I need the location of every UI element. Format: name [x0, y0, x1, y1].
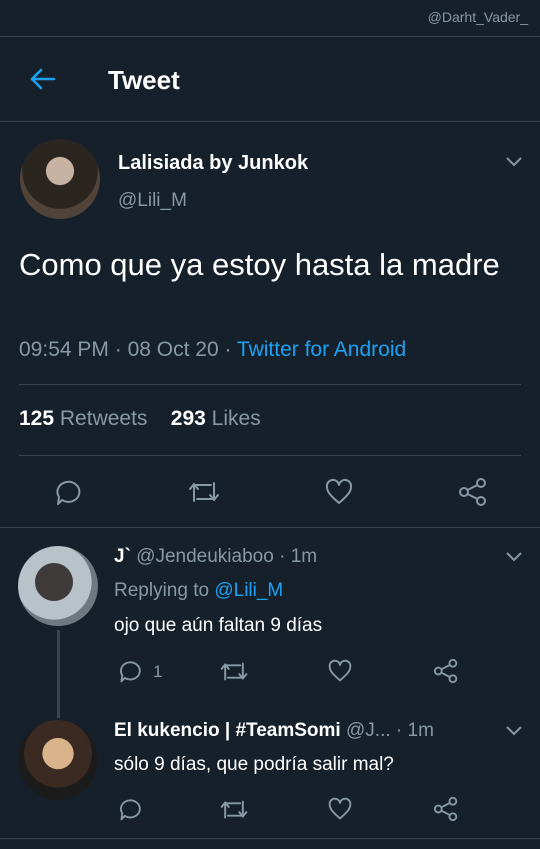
divider	[19, 455, 521, 456]
reply-time: 1m	[290, 546, 318, 567]
chevron-down-icon[interactable]	[505, 725, 523, 737]
tweet-text: Como que ya estoy hasta la madre	[19, 247, 500, 282]
author-handle[interactable]: @Lili_M	[118, 190, 187, 212]
avatar[interactable]	[18, 720, 98, 800]
avatar[interactable]	[18, 546, 98, 626]
like-icon[interactable]	[324, 478, 354, 506]
replying-label: Replying to	[114, 580, 210, 601]
reply-icon[interactable]	[117, 659, 143, 683]
reply-text: sólo 9 días, que podría salir mal?	[114, 754, 394, 775]
share-icon[interactable]	[433, 797, 459, 821]
author-name[interactable]: Lalisiada by Junkok	[118, 152, 308, 175]
reply-time: 1m	[407, 720, 434, 741]
avatar[interactable]	[20, 139, 100, 219]
reply-header: J` @Jendeukiaboo · 1m	[114, 546, 317, 568]
tweet-stats: 125 Retweets 293 Likes	[19, 407, 261, 431]
retweet-icon[interactable]	[219, 798, 249, 821]
tweet-date: 08 Oct 20	[127, 338, 219, 361]
likes-label[interactable]: Likes	[212, 407, 261, 430]
chevron-down-icon[interactable]	[505, 156, 523, 168]
mention-link[interactable]: @Lili_M	[214, 580, 283, 601]
share-icon[interactable]	[458, 478, 488, 506]
reply-icon[interactable]	[53, 478, 83, 506]
like-icon[interactable]	[327, 659, 353, 683]
top-bar: Tweet	[0, 36, 540, 122]
watermark: @Darht_Vader_	[427, 9, 528, 25]
thread-line	[57, 630, 60, 718]
retweets-label[interactable]: Retweets	[60, 407, 148, 430]
client-link[interactable]: Twitter for Android	[237, 338, 406, 361]
retweet-icon[interactable]	[187, 479, 221, 505]
back-arrow-icon[interactable]	[28, 67, 56, 91]
tweet-meta: 09:54 PM · 08 Oct 20 · Twitter for Andro…	[19, 338, 406, 362]
reply-author-handle[interactable]: @J...	[346, 720, 391, 741]
divider	[19, 384, 521, 385]
reply-author-name[interactable]: El kukencio | #TeamSomi	[114, 720, 341, 741]
like-icon[interactable]	[327, 797, 353, 821]
meta-separator: ·	[114, 338, 128, 361]
retweet-icon[interactable]	[219, 660, 249, 683]
retweet-count[interactable]: 125	[19, 407, 54, 430]
reply-text: ojo que aún faltan 9 días	[114, 615, 323, 636]
share-icon[interactable]	[433, 659, 459, 683]
section-divider	[0, 527, 540, 528]
meta-separator: ·	[224, 338, 237, 361]
section-divider	[0, 838, 540, 839]
reply-author-name[interactable]: J`	[114, 546, 131, 567]
reply-separator: ·	[395, 720, 408, 741]
replying-to: Replying to @Lili_M	[114, 580, 283, 602]
reply-separator: ·	[279, 546, 291, 567]
page-title: Tweet	[108, 65, 180, 95]
reply-header: El kukencio | #TeamSomi @J... · 1m	[114, 720, 434, 742]
tweet-time: 09:54 PM	[19, 338, 109, 361]
reply-author-handle[interactable]: @Jendeukiaboo	[136, 546, 274, 567]
chevron-down-icon[interactable]	[505, 551, 523, 563]
reply-icon[interactable]	[117, 797, 143, 821]
like-count[interactable]: 293	[171, 407, 206, 430]
reply-count: 1	[153, 662, 163, 681]
